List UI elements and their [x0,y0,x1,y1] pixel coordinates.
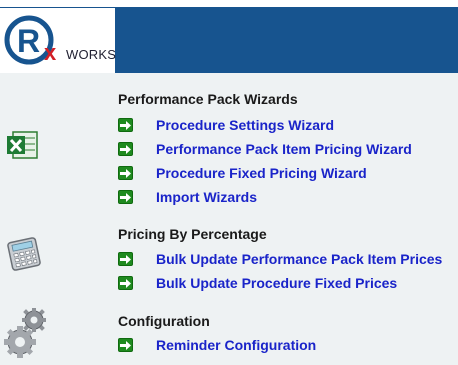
arrow-right-icon [118,190,133,204]
link-label[interactable]: Reminder Configuration [156,336,316,354]
logo-x-mark: x [44,40,57,65]
arrow-right-icon [118,142,133,156]
link-bulk-update-procedure-fixed-prices[interactable]: Bulk Update Procedure Fixed Prices [118,274,397,292]
link-procedure-fixed-pricing-wizard[interactable]: Procedure Fixed Pricing Wizard [118,164,367,182]
link-label[interactable]: Bulk Update Procedure Fixed Prices [156,274,397,292]
section-title-pricing-by-percentage: Pricing By Percentage [118,226,267,242]
link-label[interactable]: Performance Pack Item Pricing Wizard [156,140,412,158]
section-title-configuration: Configuration [118,313,210,329]
arrow-right-icon [118,338,133,352]
excel-icon [5,130,39,165]
gears-icon [4,306,50,365]
link-reminder-configuration[interactable]: Reminder Configuration [118,336,316,354]
logo-letter: R [17,23,40,59]
link-label[interactable]: Import Wizards [156,188,257,206]
rxworks-logo-mark: R x [4,15,57,65]
link-label[interactable]: Procedure Fixed Pricing Wizard [156,164,367,182]
arrow-right-icon [118,276,133,290]
link-performance-pack-item-pricing-wizard[interactable]: Performance Pack Item Pricing Wizard [118,140,412,158]
arrow-right-icon [118,252,133,266]
section-title-performance-pack-wizards: Performance Pack Wizards [118,91,298,107]
arrow-right-icon [118,166,133,180]
logo-suffix: WORKS [66,47,117,62]
link-import-wizards[interactable]: Import Wizards [118,188,257,206]
rxworks-logo: R x WORKS [0,8,117,73]
arrow-right-icon [118,118,133,132]
top-edge [0,0,458,7]
link-bulk-update-performance-pack-item-prices[interactable]: Bulk Update Performance Pack Item Prices [118,250,442,268]
link-procedure-settings-wizard[interactable]: Procedure Settings Wizard [118,116,334,134]
calculator-icon [4,236,44,277]
link-label[interactable]: Procedure Settings Wizard [156,116,334,134]
link-label[interactable]: Bulk Update Performance Pack Item Prices [156,250,442,268]
